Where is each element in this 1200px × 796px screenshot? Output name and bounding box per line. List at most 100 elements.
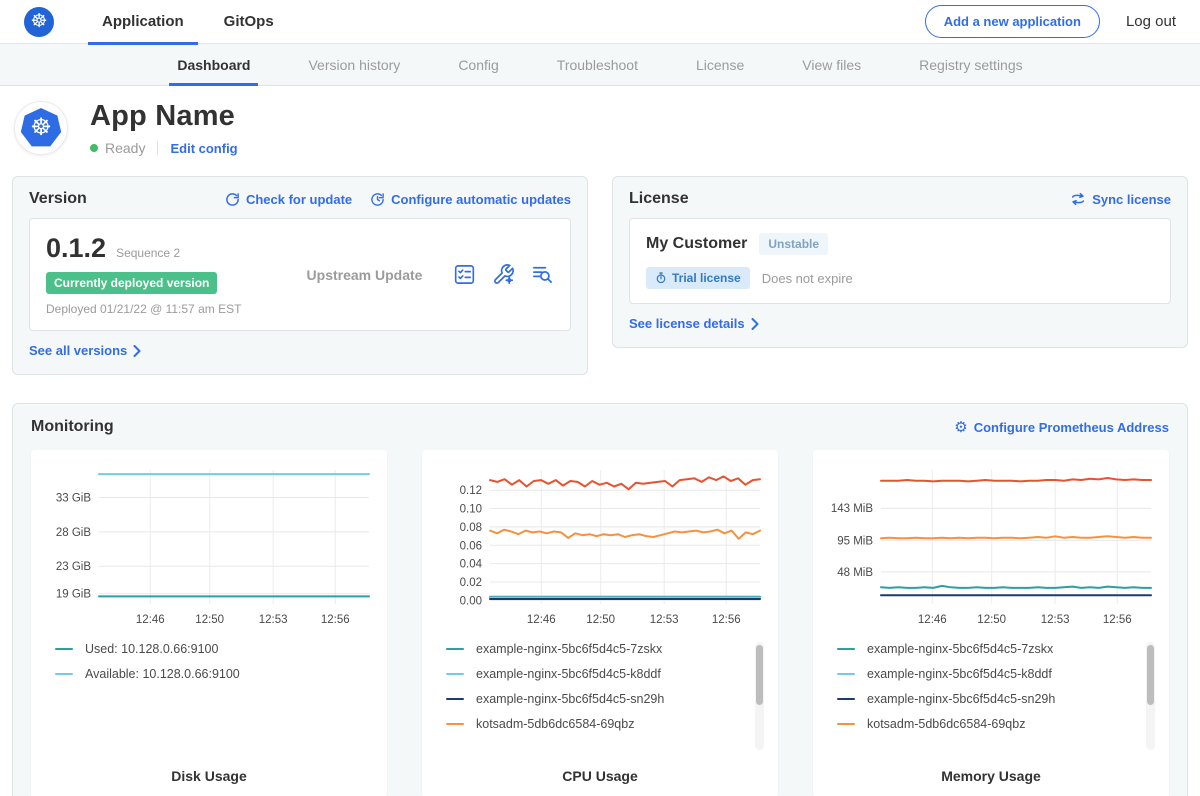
legend-label: kotsadm-5db6dc6584-69qbz <box>867 717 1025 731</box>
check-for-update-link[interactable]: Check for update <box>225 192 352 207</box>
svg-text:12:56: 12:56 <box>712 614 741 626</box>
svg-text:0.00: 0.00 <box>460 595 482 607</box>
legend-scrollbar[interactable] <box>1146 642 1155 750</box>
version-sequence: Sequence 2 <box>116 246 180 260</box>
legend-item: example-nginx-5bc6f5d4c5-sn29h <box>837 692 1141 706</box>
legend-scrollbar[interactable] <box>755 642 764 750</box>
chart-legend: example-nginx-5bc6f5d4c5-7zskx example-ng… <box>446 642 750 731</box>
cpu-usage-chart: 12:4612:5012:5312:560.000.020.040.060.08… <box>432 462 766 630</box>
chevron-right-icon <box>133 345 141 357</box>
sync-icon <box>1070 192 1086 206</box>
kubernetes-heptagon-icon: ☸ <box>20 108 62 148</box>
configure-prometheus-link[interactable]: ⚙ Configure Prometheus Address <box>954 420 1169 435</box>
topnav-tab-application[interactable]: Application <box>88 0 198 44</box>
memory-usage-chart: 12:4612:5012:5312:5648 MiB95 MiB143 MiB <box>823 462 1157 630</box>
legend-color-dash <box>837 723 855 726</box>
svg-text:23 GiB: 23 GiB <box>56 561 91 573</box>
topnav-tab-gitops[interactable]: GitOps <box>210 0 288 44</box>
app-icon: ☸ <box>14 101 68 155</box>
edit-config-link[interactable]: Edit config <box>170 141 237 156</box>
svg-text:12:46: 12:46 <box>136 614 165 626</box>
stopwatch-icon <box>655 272 667 284</box>
monitoring-section: Monitoring ⚙ Configure Prometheus Addres… <box>12 403 1188 796</box>
svg-text:12:56: 12:56 <box>321 614 350 626</box>
legend-item: example-nginx-5bc6f5d4c5-k8ddf <box>837 667 1141 681</box>
page-title: App Name <box>90 100 238 133</box>
tab-view-files[interactable]: View files <box>788 44 875 85</box>
legend-item: Available: 10.128.0.66:9100 <box>55 667 359 681</box>
chart-title: CPU Usage <box>432 768 768 784</box>
svg-text:143 MiB: 143 MiB <box>831 503 874 515</box>
version-card: Version Check for update Configure autom… <box>12 176 588 375</box>
kubernetes-logo-icon: ☸ <box>24 7 54 37</box>
topnav-tab-label: GitOps <box>224 13 274 30</box>
configure-automatic-updates-link[interactable]: Configure automatic updates <box>370 192 571 207</box>
legend-label: example-nginx-5bc6f5d4c5-7zskx <box>867 642 1053 656</box>
legend-item: kotsadm-5db6dc6584-69qbz <box>446 717 750 731</box>
helm-wheel-icon: ☸ <box>30 116 52 140</box>
see-license-details-link[interactable]: See license details <box>629 316 759 331</box>
legend-label: example-nginx-5bc6f5d4c5-k8ddf <box>867 667 1052 681</box>
tab-config[interactable]: Config <box>444 44 512 85</box>
legend-wrap: Used: 10.128.0.66:9100Available: 10.128.… <box>41 640 377 768</box>
legend-item: example-nginx-5bc6f5d4c5-k8ddf <box>446 667 750 681</box>
svg-text:19 GiB: 19 GiB <box>56 589 91 601</box>
trial-license-badge: Trial license <box>646 267 750 289</box>
license-card-title: License <box>629 190 1070 208</box>
app-header: ☸ App Name Ready Edit config <box>0 86 1200 168</box>
legend-item: example-nginx-5bc6f5d4c5-sn29h <box>446 692 750 706</box>
gear-icon: ⚙ <box>954 420 967 435</box>
disk-usage-chart-card: 12:4612:5012:5312:5619 GiB23 GiB28 GiB33… <box>31 450 387 796</box>
monitoring-title: Monitoring <box>31 418 954 436</box>
sync-license-link[interactable]: Sync license <box>1070 192 1171 207</box>
svg-text:33 GiB: 33 GiB <box>56 492 91 504</box>
svg-text:0.04: 0.04 <box>460 559 483 571</box>
disk-usage-chart: 12:4612:5012:5312:5619 GiB23 GiB28 GiB33… <box>41 462 375 630</box>
tab-version-history[interactable]: Version history <box>294 44 414 85</box>
legend-label: example-nginx-5bc6f5d4c5-7zskx <box>476 642 662 656</box>
tab-dashboard[interactable]: Dashboard <box>163 44 264 85</box>
legend-item: example-nginx-5bc6f5d4c5-7zskx <box>446 642 750 656</box>
svg-text:12:53: 12:53 <box>1041 614 1070 626</box>
legend-label: example-nginx-5bc6f5d4c5-sn29h <box>476 692 664 706</box>
deployed-timestamp: Deployed 01/21/22 @ 11:57 am EST <box>46 302 276 316</box>
deployed-badge: Currently deployed version <box>46 272 217 294</box>
svg-text:12:46: 12:46 <box>918 614 947 626</box>
logout-button[interactable]: Log out <box>1126 13 1176 30</box>
current-version-box: 0.1.2 Sequence 2 Currently deployed vers… <box>29 218 571 331</box>
add-application-button[interactable]: Add a new application <box>925 5 1100 38</box>
svg-text:0.08: 0.08 <box>460 522 482 534</box>
legend-color-dash <box>446 648 464 651</box>
svg-text:12:46: 12:46 <box>527 614 556 626</box>
tab-registry-settings[interactable]: Registry settings <box>905 44 1036 85</box>
legend-label: example-nginx-5bc6f5d4c5-sn29h <box>867 692 1055 706</box>
scrollbar-thumb[interactable] <box>1147 645 1154 705</box>
refresh-icon <box>225 192 240 207</box>
chevron-right-icon <box>751 318 759 330</box>
svg-text:28 GiB: 28 GiB <box>56 527 91 539</box>
tab-license[interactable]: License <box>682 44 758 85</box>
charts-row: 12:4612:5012:5312:5619 GiB23 GiB28 GiB33… <box>31 450 1169 796</box>
license-box: My Customer Unstable Trial license Does … <box>629 218 1171 304</box>
channel-badge: Unstable <box>759 233 828 255</box>
customer-name: My Customer <box>646 235 747 253</box>
chart-title: Disk Usage <box>41 768 377 784</box>
legend-color-dash <box>446 723 464 726</box>
legend-label: example-nginx-5bc6f5d4c5-k8ddf <box>476 667 661 681</box>
preflight-checks-icon[interactable] <box>453 263 476 286</box>
scrollbar-thumb[interactable] <box>756 645 763 705</box>
svg-text:0.12: 0.12 <box>460 485 482 497</box>
legend-item: example-nginx-5bc6f5d4c5-7zskx <box>837 642 1141 656</box>
deploy-logs-icon[interactable] <box>531 263 554 286</box>
status-text: Ready <box>105 140 145 156</box>
see-all-versions-link[interactable]: See all versions <box>29 343 141 358</box>
version-card-title: Version <box>29 190 225 208</box>
config-wrench-icon[interactable] <box>492 263 515 286</box>
legend-wrap: example-nginx-5bc6f5d4c5-7zskx example-ng… <box>432 640 768 768</box>
svg-text:0.10: 0.10 <box>460 504 482 516</box>
status-dot <box>90 144 98 152</box>
svg-text:12:53: 12:53 <box>650 614 679 626</box>
tab-troubleshoot[interactable]: Troubleshoot <box>543 44 652 85</box>
divider <box>157 141 158 155</box>
version-number: 0.1.2 <box>46 233 106 264</box>
